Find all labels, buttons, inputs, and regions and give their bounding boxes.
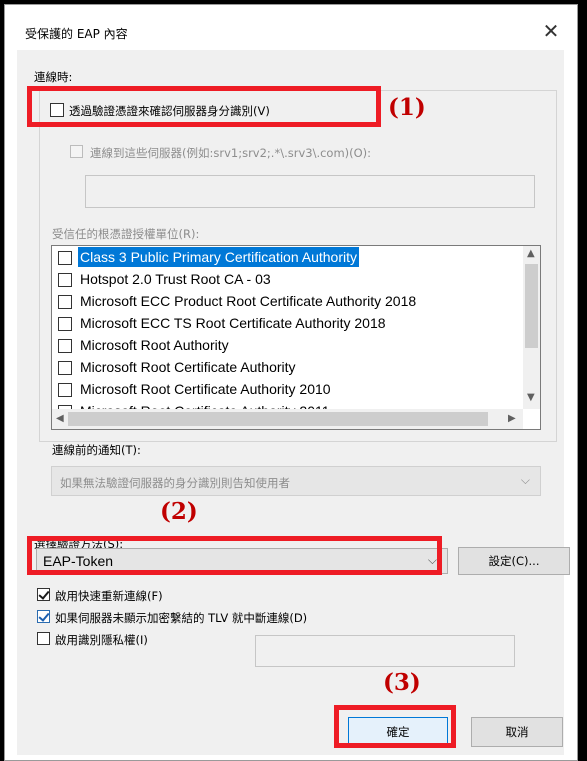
ca-list-item[interactable]: Microsoft Root Authority (52, 335, 522, 355)
ca-item-checkbox[interactable] (58, 339, 72, 353)
identity-privacy-checkbox[interactable] (37, 632, 50, 645)
disconnect-tlv-label[interactable]: 如果伺服器未顯示加密繫結的 TLV 就中斷連線(D) (55, 610, 307, 626)
ca-item-checkbox[interactable] (58, 251, 72, 265)
ca-item-label: Class 3 Public Primary Certification Aut… (78, 247, 359, 267)
ca-list-vertical-scrollbar[interactable]: ▲ ▼ (523, 246, 540, 409)
scroll-right-icon[interactable]: ▶ (508, 413, 516, 424)
identity-privacy-input[interactable] (255, 635, 515, 667)
configure-button[interactable]: 設定(C)... (458, 547, 570, 575)
scroll-up-icon[interactable]: ▲ (527, 248, 535, 259)
ca-item-label: Microsoft Root Certificate Authority 201… (80, 381, 331, 397)
ca-list-item[interactable]: Microsoft ECC Product Root Certificate A… (52, 291, 522, 311)
cancel-button[interactable]: 取消 (471, 717, 563, 747)
connect-servers-checkbox[interactable] (70, 145, 83, 158)
dialog-client-area: 連線時: 透過驗證憑證來確認伺服器身分識別(V) 連線到這些伺服器(例如:srv… (17, 50, 570, 755)
connect-servers-input[interactable] (85, 175, 535, 208)
close-icon[interactable]: ✕ (539, 19, 563, 43)
highlight-box-step3 (334, 705, 456, 748)
ca-item-checkbox[interactable] (58, 317, 72, 331)
fast-reconnect-checkbox[interactable] (37, 588, 50, 601)
ca-item-checkbox[interactable] (58, 295, 72, 309)
ca-item-label: Microsoft Root Certificate Authority (80, 359, 296, 375)
annotation-step2: (2) (160, 498, 198, 525)
highlight-box-step2 (27, 536, 442, 575)
chevron-down-icon: ⌵ (520, 473, 530, 487)
ca-list-item[interactable]: Class 3 Public Primary Certification Aut… (52, 247, 522, 267)
title-bar: 受保護的 EAP 內容 ✕ (5, 5, 577, 51)
ca-list-item[interactable]: Microsoft Root Certificate Authority (52, 357, 522, 377)
disconnect-tlv-checkbox[interactable] (37, 610, 50, 623)
annotation-step3: (3) (383, 669, 421, 696)
ca-item-label: Microsoft ECC Product Root Certificate A… (80, 293, 417, 309)
ca-item-label: Microsoft ECC TS Root Certificate Author… (80, 315, 386, 331)
notify-dropdown[interactable]: 如果無法驗證伺服器的身分識別則告知使用者 ⌵ (51, 466, 541, 496)
ca-list-horizontal-scrollbar[interactable]: ◀ ▶ (52, 409, 523, 429)
ca-item-label: Microsoft Root Authority (80, 337, 229, 353)
ca-item-label: Hotspot 2.0 Trust Root CA - 03 (80, 271, 271, 287)
ca-list-item[interactable]: Microsoft ECC TS Root Certificate Author… (52, 313, 522, 333)
ca-list-scroll-thumb[interactable] (525, 264, 538, 348)
connect-servers-label: 連線到這些伺服器(例如:srv1;srv2;.*\.srv3\.com)(O): (90, 146, 372, 160)
highlight-box-step1 (27, 86, 381, 127)
dialog-title: 受保護的 EAP 內容 (25, 27, 128, 41)
ca-list-item[interactable]: Hotspot 2.0 Trust Root CA - 03 (52, 269, 522, 289)
trusted-ca-label: 受信任的根憑證授權單位(R): (52, 227, 200, 241)
ca-list-hscroll-thumb[interactable] (68, 412, 488, 426)
notify-label: 連線前的通知(T): (52, 443, 141, 457)
ca-item-checkbox[interactable] (58, 383, 72, 397)
connect-group-label: 連線時: (34, 70, 73, 84)
annotation-step1: (1) (388, 94, 426, 121)
identity-privacy-label[interactable]: 啟用識別隱私權(I) (55, 632, 148, 648)
fast-reconnect-label[interactable]: 啟用快速重新連線(F) (55, 588, 163, 604)
ca-list-item[interactable]: Microsoft Root Certificate Authority 201… (52, 379, 522, 399)
ca-item-checkbox[interactable] (58, 361, 72, 375)
scroll-down-icon[interactable]: ▼ (527, 392, 535, 403)
trusted-ca-listbox[interactable]: Class 3 Public Primary Certification Aut… (51, 245, 541, 430)
ca-item-checkbox[interactable] (58, 273, 72, 287)
scroll-left-icon[interactable]: ◀ (56, 413, 64, 424)
